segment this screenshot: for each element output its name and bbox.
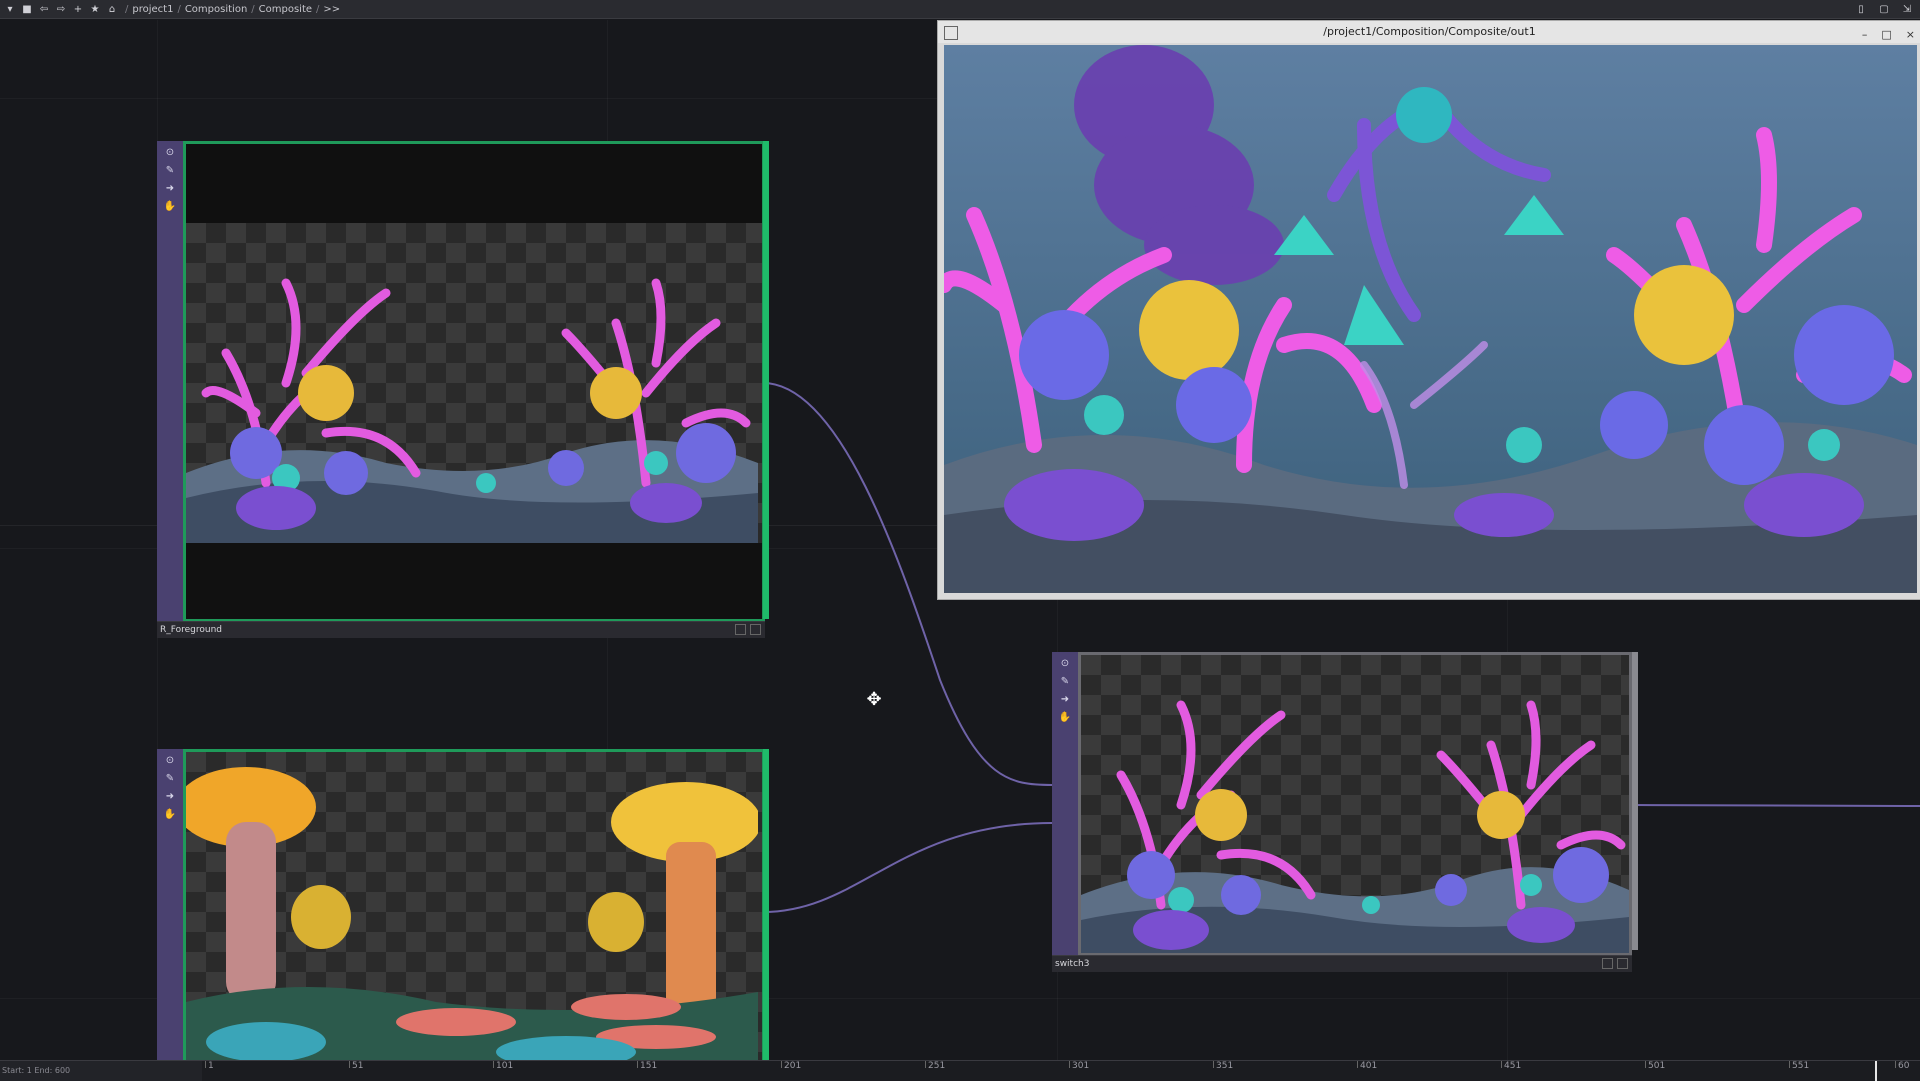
node-name[interactable]: switch3 bbox=[1052, 955, 1632, 972]
output-connector[interactable] bbox=[763, 749, 769, 1060]
node-r-foreground[interactable]: ⊙ ✎ ➜ ✋ R_Foreground bbox=[157, 141, 769, 638]
composited-output-image bbox=[944, 45, 1917, 593]
bypass-icon[interactable]: ⊙ bbox=[1058, 656, 1072, 670]
node-name[interactable]: R_Foreground bbox=[157, 621, 765, 638]
node-mushrooms[interactable]: ⊙ ✎ ➜ ✋ bbox=[157, 749, 769, 1066]
viewer-toggle-icon[interactable] bbox=[1602, 958, 1613, 969]
render-icon[interactable]: ✋ bbox=[163, 199, 177, 213]
bypass-icon[interactable]: ⊙ bbox=[163, 145, 177, 159]
display-icon[interactable]: ➜ bbox=[163, 789, 177, 803]
mushroom-image bbox=[183, 749, 765, 1066]
timeline-bar[interactable]: Start: 1 End: 600 1 51 101 151 201 251 3… bbox=[0, 1060, 1920, 1081]
display-icon[interactable]: ➜ bbox=[1058, 692, 1072, 706]
node-toolbar: ⊙ ✎ ➜ ✋ bbox=[1052, 652, 1079, 960]
node-toolbar: ⊙ ✎ ➜ ✋ bbox=[157, 141, 184, 626]
output-connector[interactable] bbox=[763, 141, 769, 619]
coral-image bbox=[186, 223, 762, 543]
wire-mushrooms-to-switch[interactable] bbox=[762, 822, 1053, 913]
lock-icon[interactable]: ✎ bbox=[163, 771, 177, 785]
lock-icon[interactable]: ✎ bbox=[1058, 674, 1072, 688]
bypass-icon[interactable]: ⊙ bbox=[163, 753, 177, 767]
output-connector[interactable] bbox=[1632, 652, 1638, 950]
render-icon[interactable]: ✋ bbox=[163, 807, 177, 821]
maximize-button[interactable]: □ bbox=[1881, 24, 1891, 46]
range-info: Start: 1 End: 600 bbox=[0, 1061, 202, 1081]
node-toolbar: ⊙ ✎ ➜ ✋ bbox=[157, 749, 184, 1064]
wire-switch-output[interactable] bbox=[1631, 804, 1920, 807]
expand-icon[interactable] bbox=[750, 624, 761, 635]
viewer-toggle-icon[interactable] bbox=[735, 624, 746, 635]
minimize-button[interactable]: – bbox=[1862, 24, 1868, 46]
display-icon[interactable]: ➜ bbox=[163, 181, 177, 195]
close-button[interactable]: × bbox=[1906, 24, 1915, 46]
preview-title: /project1/Composition/Composite/out1 bbox=[1323, 25, 1536, 38]
output-preview-window[interactable]: /project1/Composition/Composite/out1 – □… bbox=[937, 20, 1920, 600]
switch-preview-image bbox=[1078, 652, 1632, 956]
timeline-ruler[interactable]: 1 51 101 151 201 251 301 351 401 451 501… bbox=[205, 1061, 1920, 1081]
lock-icon[interactable]: ✎ bbox=[163, 163, 177, 177]
node-viewer bbox=[183, 141, 765, 622]
move-cursor-icon: ✥ bbox=[866, 689, 882, 710]
playhead[interactable] bbox=[1875, 1061, 1877, 1081]
window-icon bbox=[944, 26, 958, 40]
preview-titlebar[interactable]: /project1/Composition/Composite/out1 – □… bbox=[938, 21, 1920, 43]
expand-icon[interactable] bbox=[1617, 958, 1628, 969]
render-icon[interactable]: ✋ bbox=[1058, 710, 1072, 724]
node-switch3[interactable]: ⊙ ✎ ➜ ✋ switch3 bbox=[1052, 652, 1638, 972]
